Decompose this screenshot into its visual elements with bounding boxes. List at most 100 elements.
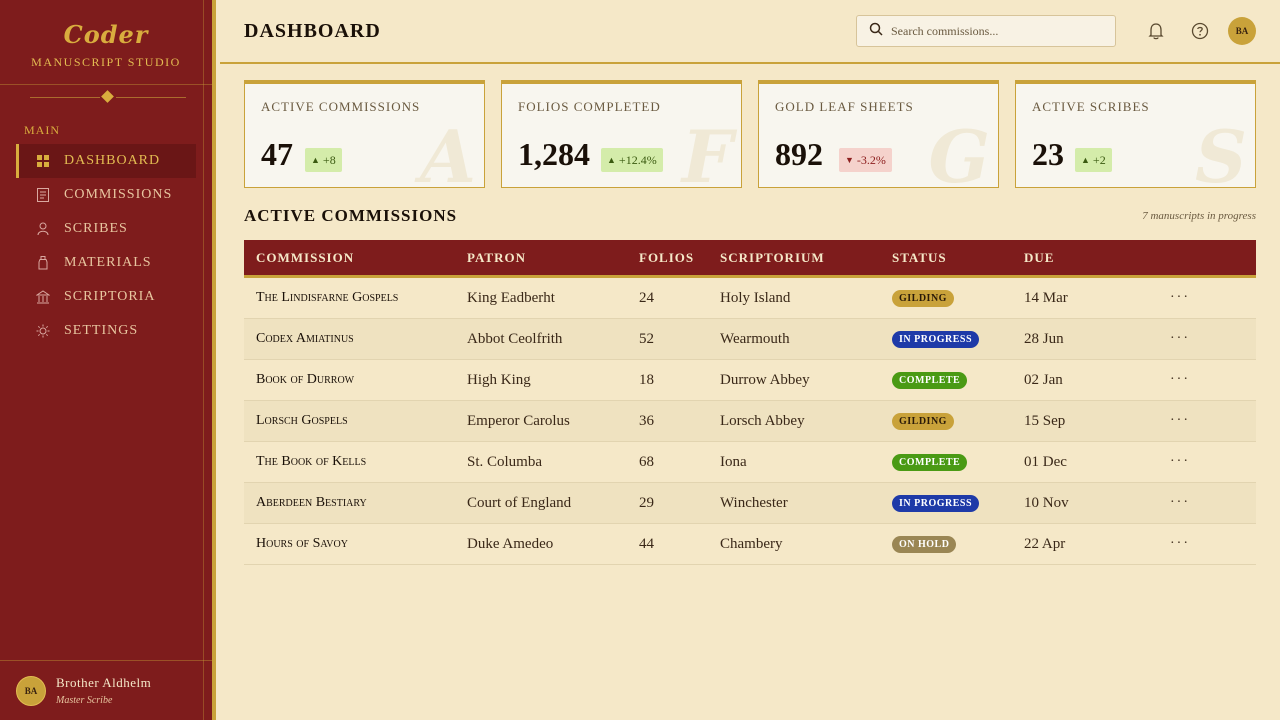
due-cell: 10 Nov	[1024, 494, 1069, 511]
due-cell: 28 Jun	[1024, 330, 1064, 347]
column-header[interactable]: Folios	[639, 250, 720, 266]
commission-cell: The Book of Kells	[256, 454, 367, 469]
commission-cell: Aberdeen Bestiary	[256, 495, 367, 510]
column-header[interactable]: Due	[1024, 250, 1170, 266]
sidebar-item-scribes[interactable]: Scribes	[16, 212, 196, 246]
stat-cards: A Active Commissions 47 ▲ +8 F Folios Com…	[244, 80, 1256, 188]
commission-cell: Lorsch Gospels	[256, 413, 348, 428]
section-title: Active Commissions	[244, 206, 458, 225]
table-row[interactable]: Aberdeen Bestiary Court of England 29 Winch…	[244, 483, 1256, 524]
folios-cell: 24	[639, 289, 654, 306]
sidebar-item-label: Settings	[64, 323, 139, 338]
folios-cell: 29	[639, 494, 654, 511]
patron-cell: Duke Amedeo	[467, 535, 554, 552]
sidebar-item-commissions[interactable]: Commissions	[16, 178, 196, 212]
more-actions-icon[interactable]: ···	[1170, 372, 1240, 388]
more-actions-icon[interactable]: ···	[1170, 413, 1240, 429]
column-header[interactable]: Scriptorium	[720, 250, 892, 266]
patron-cell: Abbot Ceolfrith	[467, 330, 563, 347]
status-badge: Complete	[892, 454, 968, 471]
nav-section-label: Main	[24, 123, 60, 137]
sidebar-item-label: Dashboard	[64, 153, 161, 168]
scriptorium-cell: Durrow Abbey	[720, 371, 810, 388]
delta-badge: ▲ +12.4%	[601, 148, 663, 172]
avatar[interactable]: BA	[1228, 17, 1256, 45]
stat-card-active-scribes: S Active Scribes 23 ▲ +2	[1015, 80, 1256, 188]
arrow-up-icon: ▲	[607, 155, 616, 165]
page-title: DASHBOARD	[244, 20, 381, 42]
more-actions-icon[interactable]: ···	[1170, 454, 1240, 470]
more-actions-icon[interactable]: ···	[1170, 331, 1240, 347]
user-profile[interactable]: BA Brother Aldhelm Master Scribe	[0, 660, 212, 720]
avatar: BA	[16, 675, 46, 706]
decorative-letter: S	[1195, 114, 1247, 188]
stat-card-active-commissions: A Active Commissions 47 ▲ +8	[244, 80, 485, 188]
status-cell: Complete	[892, 453, 1024, 471]
delta-badge: ▲ +8	[305, 148, 342, 172]
patron-cell: Emperor Carolus	[467, 412, 570, 429]
column-header[interactable]: Patron	[467, 250, 639, 266]
diamond-icon	[101, 90, 114, 103]
sidebar-item-dashboard[interactable]: Dashboard	[16, 144, 196, 178]
patron-cell: St. Columba	[467, 453, 543, 470]
table-row[interactable]: The Book of Kells St. Columba 68 Iona Comple…	[244, 442, 1256, 483]
column-header[interactable]: Status	[892, 250, 1024, 266]
ornament-divider	[0, 85, 212, 111]
search-input[interactable]	[891, 23, 1101, 39]
folios-cell: 36	[639, 412, 654, 429]
status-badge: In Progress	[892, 331, 980, 348]
folios-cell: 44	[639, 535, 654, 552]
stat-value: 1,284	[518, 136, 590, 172]
stat-label: Active Scribes	[1032, 99, 1150, 114]
delta-badge: ▲ +2	[1075, 148, 1112, 172]
column-header[interactable]: Commission	[244, 250, 467, 266]
table-row[interactable]: Lorsch Gospels Emperor Carolus 36 Lorsch Ab…	[244, 401, 1256, 442]
table-row[interactable]: Book of Durrow High King 18 Durrow Abbey Com…	[244, 360, 1256, 401]
more-actions-icon[interactable]: ···	[1170, 536, 1240, 552]
sidebar: Coder Manuscript Studio Main Dashboard C…	[0, 0, 216, 720]
table-row[interactable]: Codex Amiatinus Abbot Ceolfrith 52 Wearmout…	[244, 319, 1256, 360]
status-badge: Gilding	[892, 290, 954, 307]
user-name: Brother Aldhelm	[56, 675, 152, 690]
sidebar-item-scriptoria[interactable]: Scriptoria	[16, 280, 196, 314]
patron-cell: King Eadberht	[467, 289, 555, 306]
logo[interactable]: Coder	[0, 0, 212, 49]
table-header: Commission Patron Folios Scriptorium Sta…	[244, 240, 1256, 278]
gear-icon	[36, 324, 50, 338]
sidebar-item-label: Scriptoria	[64, 289, 156, 304]
help-icon[interactable]	[1190, 21, 1210, 41]
delta-badge: ▼ -3.2%	[839, 148, 892, 172]
due-cell: 15 Sep	[1024, 412, 1066, 429]
brand: Coder Manuscript Studio	[0, 0, 212, 85]
decorative-letter: G	[928, 114, 991, 188]
commission-cell: Codex Amiatinus	[256, 331, 354, 346]
due-cell: 22 Apr	[1024, 535, 1066, 552]
sidebar-item-materials[interactable]: Materials	[16, 246, 196, 280]
sidebar-item-settings[interactable]: Settings	[16, 314, 196, 348]
status-badge: Gilding	[892, 413, 954, 430]
status-badge: In Progress	[892, 495, 980, 512]
stat-value: 23	[1032, 136, 1064, 172]
scriptorium-cell: Chambery	[720, 535, 783, 552]
stat-value: 892	[775, 136, 823, 172]
status-cell: Gilding	[892, 289, 1024, 307]
commissions-table: Commission Patron Folios Scriptorium Sta…	[244, 240, 1256, 565]
stat-label: Active Commissions	[261, 99, 421, 114]
sidebar-item-label: Materials	[64, 255, 152, 270]
status-cell: On Hold	[892, 535, 1024, 553]
folios-cell: 52	[639, 330, 654, 347]
table-row[interactable]: The Lindisfarne Gospels King Eadberht 24 Ho…	[244, 278, 1256, 319]
due-cell: 02 Jan	[1024, 371, 1063, 388]
status-cell: Complete	[892, 371, 1024, 389]
bell-icon[interactable]	[1146, 21, 1166, 41]
more-actions-icon[interactable]: ···	[1170, 495, 1240, 511]
more-actions-icon[interactable]: ···	[1170, 290, 1240, 306]
scriptorium-cell: Winchester	[720, 494, 788, 511]
bottle-icon	[36, 256, 50, 270]
status-cell: In Progress	[892, 330, 1024, 348]
table-row[interactable]: Hours of Savoy Duke Amedeo 44 Chambery On Ho…	[244, 524, 1256, 565]
stat-value: 47	[261, 136, 293, 172]
decorative-letter: F	[681, 114, 733, 188]
table-body: The Lindisfarne Gospels King Eadberht 24 Ho…	[244, 278, 1256, 565]
search-box[interactable]	[856, 15, 1116, 47]
